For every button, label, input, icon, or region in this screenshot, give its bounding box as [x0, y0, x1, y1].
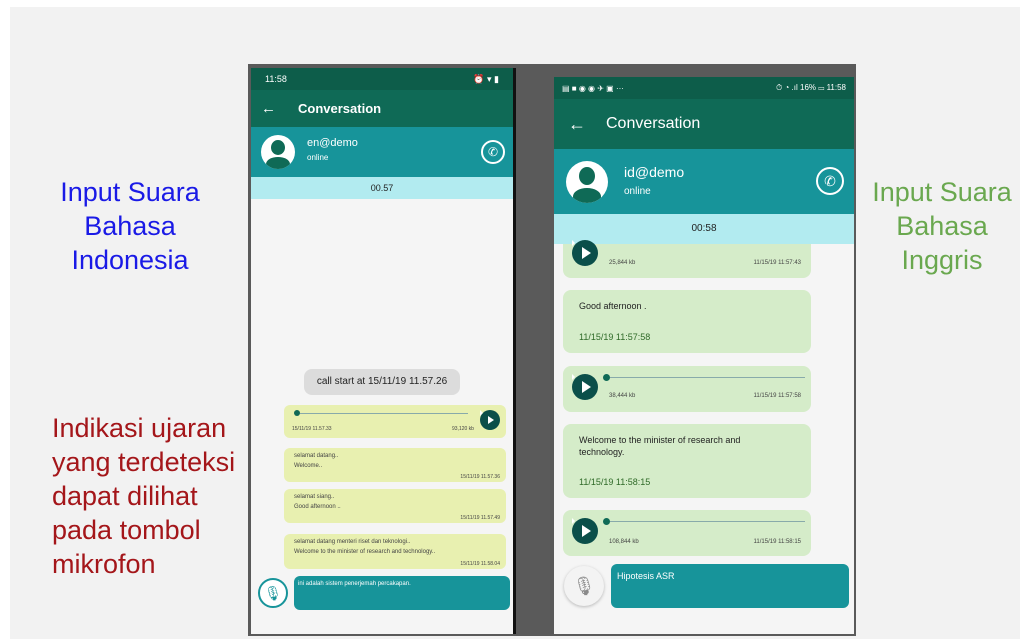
audio-time: 15/11/19 11.57.33 — [292, 426, 332, 432]
audio-size: 108,844 kb — [609, 539, 639, 545]
call-timer: 00:58 — [554, 214, 854, 244]
message-bubble: selamat datang menteri riset dan teknolo… — [284, 534, 506, 569]
app-bar: ← Conversation — [251, 90, 513, 127]
play-icon[interactable] — [572, 518, 598, 544]
battery-level: 16% — [800, 83, 817, 92]
audio-seek-knob[interactable] — [603, 374, 610, 381]
audio-message: 108,844 kb 11/15/19 11:58:15 — [563, 510, 811, 556]
audio-message: 25,844 kb 11/15/19 11:57:43 — [563, 240, 811, 278]
message-heading: selamat datang.. — [294, 453, 339, 459]
play-icon[interactable] — [572, 240, 598, 266]
message-translation: Welcome to the minister of research and … — [294, 549, 436, 555]
message-bubble: Good afternoon . 11/15/19 11:57:58 — [563, 290, 811, 353]
message-bubble: selamat siang.. Good afternoon .. 15/11/… — [284, 489, 506, 523]
status-time: 11:58 — [826, 83, 846, 92]
audio-seek-track[interactable] — [610, 377, 805, 378]
avatar — [261, 135, 295, 169]
message-time: 15/11/19 11.57.49 — [460, 515, 500, 521]
status-bar: ▤ ■ ◉ ◉ ✈ ▣ ··· ⏱ ◔ .ıl 16% ▭ 11:58 — [554, 77, 854, 99]
app-bar: ← Conversation — [554, 99, 854, 149]
status-right: ⏱ ◔ .ıl 16% ▭ 11:58 — [776, 83, 846, 92]
back-arrow-icon[interactable]: ← — [568, 114, 586, 135]
audio-size: 38,444 kb — [609, 393, 636, 399]
end-call-icon[interactable]: ✆ — [481, 140, 505, 164]
message-text: Good afternoon . — [579, 301, 647, 311]
message-bubble: Welcome to the minister of research and … — [563, 424, 811, 498]
message-bubble: selamat datang.. Welcome.. 15/11/19 11.5… — [284, 448, 506, 482]
audio-seek-track[interactable] — [610, 521, 805, 522]
message-text: Welcome to the minister of research and … — [579, 435, 741, 457]
phone-screen-indonesian: 11:58 ⏰ ▾ ▮ ← Conversation en@demo onlin… — [251, 68, 516, 634]
contact-header: en@demo online ✆ — [251, 127, 513, 177]
call-start-notice: call start at 15/11/19 11.57.26 — [304, 369, 460, 395]
contact-status: online — [307, 152, 329, 162]
message-translation: Good afternoon .. — [294, 504, 341, 510]
microphone-off-icon[interactable]: 🎙 — [564, 566, 604, 606]
contact-name: id@demo — [624, 164, 685, 180]
status-time: 11:58 — [265, 74, 287, 84]
end-call-icon[interactable]: ✆ — [816, 167, 844, 195]
status-bar: 11:58 ⏰ ▾ ▮ — [251, 68, 513, 90]
caption-mic-indication: Indikasi ujaran yang terdeteksi dapat di… — [52, 413, 236, 579]
audio-size: 25,844 kb — [609, 260, 636, 266]
play-icon[interactable] — [572, 374, 598, 400]
contact-status: online — [624, 186, 651, 197]
speech-input-box[interactable]: ini adalah sistem penerjemah percakapan. — [294, 576, 510, 610]
audio-time: 11/15/19 11:58:15 — [753, 539, 802, 545]
message-time: 15/11/19 11.57.36 — [460, 474, 500, 480]
back-arrow-icon[interactable]: ← — [261, 100, 276, 117]
phone-screen-english: ▤ ■ ◉ ◉ ✈ ▣ ··· ⏱ ◔ .ıl 16% ▭ 11:58 ← Co… — [554, 77, 854, 634]
speech-input-box[interactable]: Hipotesis ASR — [611, 564, 849, 608]
audio-message: 38,444 kb 11/15/19 11:57:58 — [563, 366, 811, 412]
caption-english-input: Input Suara Bahasa Inggris — [872, 177, 1012, 275]
avatar — [566, 160, 608, 203]
message-time: 15/11/19 11.58.04 — [460, 561, 500, 567]
play-icon[interactable] — [480, 410, 500, 430]
audio-seek-track[interactable] — [300, 413, 468, 414]
notification-icons: ▤ ■ ◉ ◉ ✈ ▣ ··· — [562, 83, 624, 93]
message-translation: Welcome.. — [294, 463, 323, 469]
page-title: Conversation — [298, 101, 382, 116]
contact-header: id@demo online ✆ — [554, 149, 854, 214]
message-time: 11/15/19 11:58:15 — [579, 477, 651, 487]
caption-indonesian-input: Input Suara Bahasa Indonesia — [60, 177, 200, 275]
status-icons: ⏰ ▾ ▮ — [473, 73, 499, 84]
contact-name: en@demo — [307, 136, 358, 149]
audio-time: 11/15/19 11:57:43 — [753, 260, 802, 266]
audio-size: 93,120 kb — [452, 426, 474, 432]
message-heading: selamat siang.. — [294, 494, 335, 500]
audio-message: 15/11/19 11.57.33 93,120 kb — [284, 405, 506, 438]
audio-time: 11/15/19 11:57:58 — [753, 393, 802, 399]
message-time: 11/15/19 11:57:58 — [579, 332, 651, 342]
message-heading: selamat datang menteri riset dan teknolo… — [294, 539, 411, 545]
call-timer: 00.57 — [251, 177, 513, 199]
page-title: Conversation — [606, 115, 701, 132]
audio-seek-knob[interactable] — [603, 518, 610, 525]
microphone-icon[interactable]: 🎙 — [258, 578, 288, 608]
